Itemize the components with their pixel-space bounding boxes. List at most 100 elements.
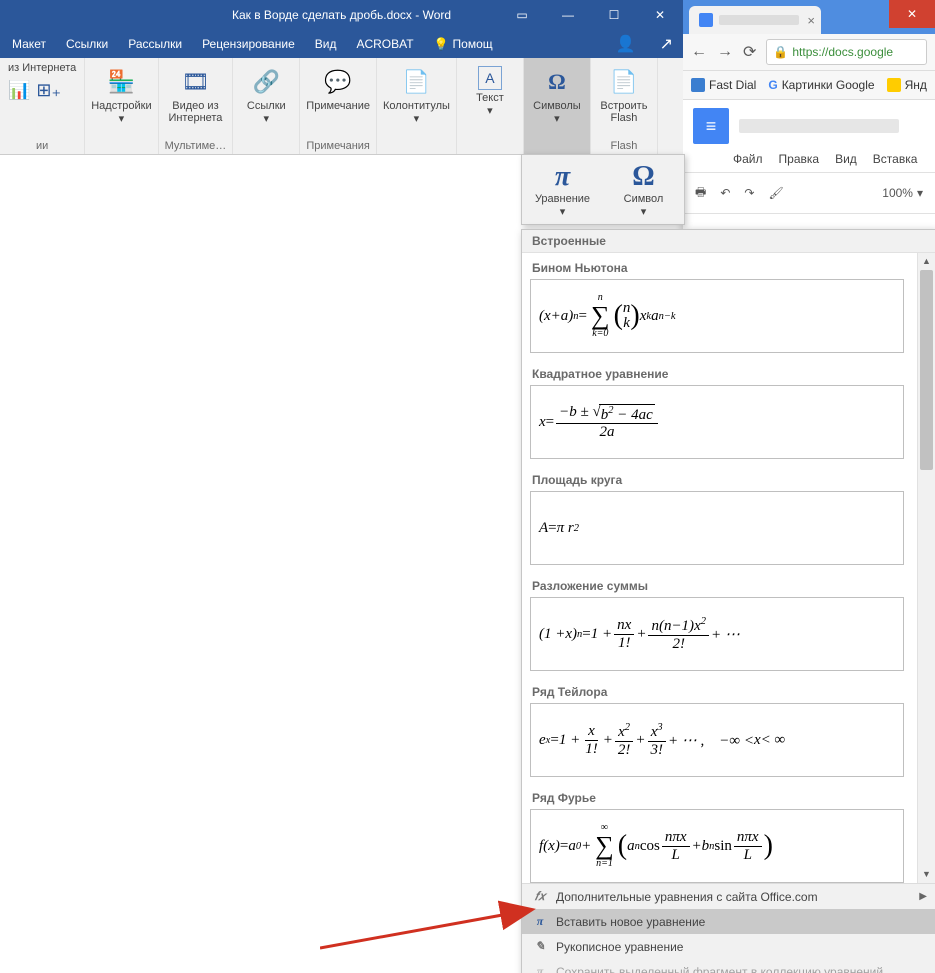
ribbon-group-symbols: Ω Символы▾ (524, 58, 591, 154)
chrome-tab-title (719, 15, 799, 25)
tab-layout[interactable]: Макет (12, 37, 46, 51)
word-ribbon-tabs: Макет Ссылки Рассылки Рецензирование Вид… (0, 30, 683, 58)
scrollbar-thumb[interactable] (920, 270, 933, 470)
equation-item-sum-expansion[interactable]: Разложение суммы (1 + x)n = 1 + nx1! + n… (522, 571, 912, 671)
equation-preview: (x + a)n = n∑k=0 (nk) xkan−k (530, 279, 904, 353)
menu-more-office[interactable]: 𝑓𝑥 Дополнительные уравнения с сайта Offi… (522, 884, 935, 909)
group-label-flash: Flash (610, 140, 637, 154)
addins-button[interactable]: 🏪 Надстройки▾ (91, 62, 151, 125)
online-video-button[interactable]: 🎞 Видео из Интернета (168, 62, 222, 124)
scroll-up-icon[interactable]: ▲ (918, 253, 935, 270)
docs-menu-insert[interactable]: Вставка (873, 152, 918, 166)
account-icon[interactable]: 👤 (616, 34, 636, 54)
equation-item-circle-area[interactable]: Площадь круга A = π r2 (522, 465, 912, 565)
equation-preview: f(x) = a0 + ∞∑n=1 ( an cosnπxL + bn sinn… (530, 809, 904, 883)
equation-gallery: Встроенные Бином Ньютона (x + a)n = n∑k=… (521, 229, 935, 973)
symbols-button[interactable]: Ω Символы▾ (530, 62, 584, 125)
chrome-close-button[interactable]: ✕ (889, 0, 935, 28)
word-document-area[interactable] (0, 154, 530, 973)
ribbon-group-left: из Интернета 📊 ⊞₊ ии (0, 58, 85, 154)
bookmark-icon (887, 78, 901, 92)
formula-icon: 𝑓𝑥 (532, 889, 548, 904)
equation-item-fourier[interactable]: Ряд Фурье f(x) = a0 + ∞∑n=1 ( an cosnπxL… (522, 783, 912, 883)
chrome-tab[interactable]: × (689, 6, 821, 34)
menu-insert-new-equation[interactable]: π Вставить новое уравнение (522, 909, 935, 934)
docs-favicon-icon (699, 13, 713, 27)
back-icon[interactable]: ← (691, 43, 707, 61)
docs-toolbar: 🖶 ↶ ↷ 🖌 100%▾ (683, 172, 935, 214)
from-internet-label[interactable]: из Интернета (8, 62, 76, 74)
omega-icon: Ω (632, 161, 654, 193)
links-button[interactable]: 🔗 Ссылки▾ (239, 62, 293, 125)
share-icon[interactable]: ↗ (660, 34, 673, 54)
symbol-button[interactable]: Ω Символ▾ (603, 155, 684, 224)
tab-references[interactable]: Ссылки (66, 37, 108, 51)
equation-item-quadratic[interactable]: Квадратное уравнение x = −b ± b2 − 4ac2a (522, 359, 912, 459)
chevron-down-icon: ▾ (917, 186, 923, 200)
bookmark-yandex[interactable]: Янд (887, 78, 927, 92)
scroll-down-icon[interactable]: ▼ (918, 866, 935, 883)
close-icon[interactable]: ✕ (637, 0, 683, 30)
tab-acrobat[interactable]: ACROBAT (356, 37, 413, 51)
print-icon[interactable]: 🖶 (695, 183, 706, 204)
video-icon: 🎞 (181, 66, 209, 98)
ribbon-display-options-icon[interactable]: ▭ (499, 0, 545, 30)
equation-button[interactable]: π Уравнение▾ (522, 155, 603, 224)
gallery-scrollbar[interactable]: ▲ ▼ (917, 253, 935, 883)
comment-button[interactable]: 💬 Примечание (306, 62, 370, 112)
gallery-scroll-area: Бином Ньютона (x + a)n = n∑k=0 (nk) xkan… (522, 253, 935, 883)
pi-icon: π (532, 914, 548, 929)
ribbon-group-addins: 🏪 Надстройки▾ (85, 58, 158, 154)
tab-review[interactable]: Рецензирование (202, 37, 295, 51)
docs-title-placeholder[interactable] (739, 119, 899, 133)
forward-icon[interactable]: → (717, 43, 733, 61)
equation-item-taylor[interactable]: Ряд Тейлора ex = 1 + x1! + x22! + x33! +… (522, 677, 912, 777)
docs-menu-edit[interactable]: Правка (779, 152, 820, 166)
embed-flash-button[interactable]: 📄 Встроить Flash (597, 62, 651, 124)
bookmark-icon (691, 78, 705, 92)
chrome-tabbar: × ✕ (683, 0, 935, 34)
redo-icon[interactable]: ↷ (744, 186, 754, 200)
headers-button[interactable]: 📄 Колонтитулы▾ (383, 62, 450, 125)
gallery-header: Встроенные (522, 230, 935, 253)
symbols-flyout: π Уравнение▾ Ω Символ▾ (521, 154, 685, 225)
ink-icon: ✎ (532, 939, 548, 954)
text-button[interactable]: A Текст▾ (463, 62, 517, 117)
maximize-icon[interactable]: ☐ (591, 0, 637, 30)
zoom-dropdown[interactable]: 100%▾ (882, 186, 923, 200)
word-ribbon: из Интернета 📊 ⊞₊ ии 🏪 Надстройки▾ 🎞 (0, 58, 683, 155)
menu-ink-equation[interactable]: ✎ Рукописное уравнение (522, 934, 935, 959)
chart-icon[interactable]: 📊 (8, 80, 30, 101)
ribbon-group-headers: 📄 Колонтитулы▾ (377, 58, 457, 154)
undo-icon[interactable]: ↶ (720, 186, 730, 200)
docs-menu-view[interactable]: Вид (835, 152, 857, 166)
ribbon-group-flash: 📄 Встроить Flash Flash (591, 58, 658, 154)
minimize-icon[interactable]: — (545, 0, 591, 30)
lock-icon: 🔒 (773, 45, 788, 59)
paint-format-icon[interactable]: 🖌 (768, 186, 783, 200)
pi-icon: π (532, 964, 548, 973)
ribbon-group-comments: 💬 Примечание Примечания (300, 58, 377, 154)
ribbon-group-text: A Текст▾ (457, 58, 524, 154)
screenshot-icon[interactable]: ⊞₊ (36, 80, 61, 101)
omega-icon: Ω (548, 66, 566, 98)
google-docs-icon[interactable]: ≡ (693, 108, 729, 144)
chrome-navbar: ← → ⟳ 🔒 https://docs.google (683, 34, 935, 71)
url-bar[interactable]: 🔒 https://docs.google (766, 39, 927, 65)
url-text: https://docs.google (792, 45, 893, 59)
tell-me-search[interactable]: 💡Помощ (434, 37, 493, 51)
tab-mailings[interactable]: Рассылки (128, 37, 182, 51)
ribbon-group-links: 🔗 Ссылки▾ (233, 58, 300, 154)
textbox-icon: A (478, 66, 502, 90)
bookmark-fastdial[interactable]: Fast Dial (691, 78, 756, 92)
docs-menu-file[interactable]: Файл (733, 152, 763, 166)
menu-save-selection: π Сохранить выделенный фрагмент в коллек… (522, 959, 935, 973)
lightbulb-icon: 💡 (434, 37, 449, 51)
docs-menubar: Файл Правка Вид Вставка (683, 152, 935, 172)
close-icon[interactable]: × (807, 13, 815, 28)
tab-view[interactable]: Вид (315, 37, 337, 51)
docs-header: ≡ (683, 100, 935, 152)
bookmark-google-images[interactable]: GКартинки Google (768, 78, 874, 92)
equation-item-binomial[interactable]: Бином Ньютона (x + a)n = n∑k=0 (nk) xkan… (522, 253, 912, 353)
reload-icon[interactable]: ⟳ (743, 42, 756, 62)
